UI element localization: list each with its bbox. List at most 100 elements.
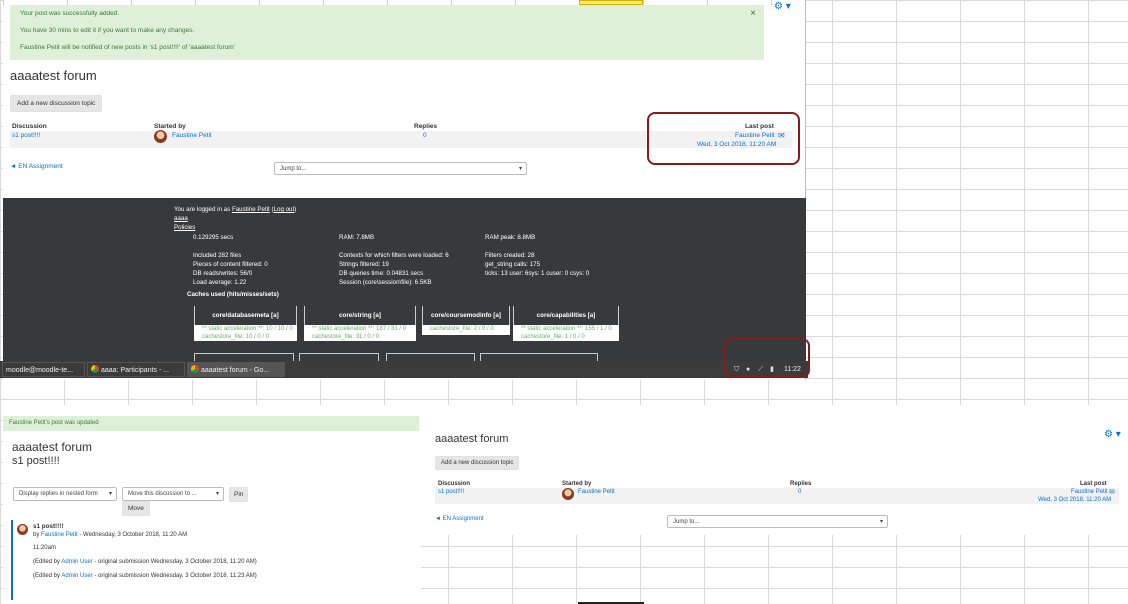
started-by-link[interactable]: Faustine Petit xyxy=(172,132,212,139)
cache-card-partial xyxy=(480,353,598,361)
perf-col-3: RAM peak: 8.8MB Filters created: 28 get_… xyxy=(485,233,589,278)
cache-title: core/databasemeta [a] xyxy=(194,306,297,325)
perf-session: Session (core\session\file): 6.5KB xyxy=(339,279,432,286)
replies-link[interactable]: 0 xyxy=(423,132,427,139)
cache-line: ** static acceleration **: 187 / 31 / 0 xyxy=(312,326,407,332)
chevron-down-icon: ▾ xyxy=(518,166,522,172)
perf-dbtime: DB queries time: 0.04831 secs xyxy=(339,270,424,277)
back-link[interactable]: ◄ EN Assignment xyxy=(435,516,484,522)
avatar[interactable] xyxy=(17,524,28,535)
task-terminal-label: moodle@moodle-te... xyxy=(6,367,74,374)
started-by-link[interactable]: Faustine Petit xyxy=(578,489,615,495)
cache-line: cachestore_file: 31 / 0 / 0 xyxy=(312,334,380,340)
add-discussion-button[interactable]: Add a new discussion topic xyxy=(10,95,103,112)
updated-alert: Faustine Petit's post was updated xyxy=(3,416,419,431)
last-post-author[interactable]: Faustine Petit xyxy=(1071,489,1108,495)
move-discussion-label: Move this discussion to ... xyxy=(128,491,197,497)
gear-icon[interactable]: ⚙ ▾ xyxy=(1104,429,1121,440)
gear-icon[interactable]: ⚙ ▾ xyxy=(774,1,791,12)
cache-line: cachestore_file: 10 / 0 / 0 xyxy=(202,334,270,340)
page-title: aaaatest forum xyxy=(12,440,93,454)
cache-card-partial xyxy=(386,353,475,361)
back-link[interactable]: ◄ EN Assignment xyxy=(10,163,63,170)
perf-time: 0.129295 secs xyxy=(193,234,234,241)
task-participants[interactable]: aaaa: Participants - ... xyxy=(87,362,185,377)
policies-link[interactable]: Policies xyxy=(174,224,195,231)
editor-link[interactable]: Admin User xyxy=(61,573,92,579)
perf-col-1: 0.129295 secs Included 282 files Pieces … xyxy=(193,233,268,287)
logged-in-text: You are logged in as xyxy=(174,206,231,213)
post-accent-bar xyxy=(11,520,13,600)
perf-load: Load average: 1.22 xyxy=(193,279,247,286)
cache-line: cachestore_file: 2 / 0 / 0 xyxy=(430,326,494,332)
perf-contexts: Contexts for which filters were loaded: … xyxy=(339,252,449,259)
cache-card: core/databasemeta [a] ** static accelera… xyxy=(194,306,297,341)
col-replies: Replies xyxy=(790,481,812,487)
move-discussion-select[interactable]: Move this discussion to ... ▾ xyxy=(122,487,224,501)
task-participants-label: aaaa: Participants - ... xyxy=(101,367,170,374)
page-title: aaaatest forum xyxy=(10,68,97,83)
col-discussion: Discussion xyxy=(12,123,47,130)
cache-title: core/string [a] xyxy=(304,306,416,325)
task-forum[interactable]: aaaatest forum - Go... xyxy=(187,362,285,377)
perf-files: Included 282 files xyxy=(193,252,242,259)
last-post-date[interactable]: Wed, 3 Oct 2018, 11:20 AM xyxy=(1038,497,1111,503)
logout-link[interactable]: Log out xyxy=(274,206,295,213)
aaaa-link[interactable]: aaaa xyxy=(174,215,188,222)
cache-line: cachestore_file: 1 / 0 / 0 xyxy=(521,334,585,340)
jump-to-select[interactable]: Jump to... ▾ xyxy=(667,515,888,528)
forum-window-secondary: aaaatest forum ⚙ ▾ Add a new discussion … xyxy=(421,405,1128,535)
discussion-window: Faustine Petit's post was updated aaaate… xyxy=(3,405,421,604)
edit-note: (Edited by Admin User - original submiss… xyxy=(33,573,257,579)
perf-filters: Filters created: 28 xyxy=(485,252,535,259)
col-started-by: Started by xyxy=(562,481,592,487)
user-link[interactable]: Faustine Petit xyxy=(232,206,270,213)
avatar[interactable] xyxy=(154,130,167,143)
jump-to-select[interactable]: Jump to... ▾ xyxy=(274,162,527,175)
caches-heading: Caches used (hits/misses/sets) xyxy=(187,291,279,298)
taskbar: moodle@moodle-te... aaaa: Participants -… xyxy=(0,361,808,378)
add-discussion-button[interactable]: Add a new discussion topic xyxy=(435,456,520,470)
perf-ram-peak: RAM peak: 8.8MB xyxy=(485,234,536,241)
mail-icon[interactable]: ✉ xyxy=(1109,488,1115,496)
task-forum-label: aaaatest forum - Go... xyxy=(201,367,270,374)
highlight-box-tray xyxy=(724,338,810,378)
replies-link[interactable]: 0 xyxy=(798,489,801,495)
cache-card-partial xyxy=(299,353,379,361)
discussion-link[interactable]: s1 post!!!! xyxy=(438,489,464,495)
chevron-down-icon: ▾ xyxy=(879,519,883,525)
display-mode-select[interactable]: Display replies in nested form ▾ xyxy=(13,487,117,501)
edit-prefix: (Edited by xyxy=(33,559,61,565)
perf-ticks: ticks: 13 user: 6sys: 1 cuser: 0 csys: 0 xyxy=(485,270,590,277)
discussion-link[interactable]: s1 post!!!! xyxy=(12,132,40,139)
pin-button[interactable]: Pin xyxy=(229,487,249,502)
chrome-icon xyxy=(91,365,99,373)
edit-prefix: (Edited by xyxy=(33,573,61,579)
cache-card-partial xyxy=(194,353,294,361)
cache-card: core/coursemodinfo [a] cachestore_file: … xyxy=(422,306,510,335)
post-body: 11:20am xyxy=(33,545,56,551)
display-mode-label: Display replies in nested form xyxy=(19,491,98,497)
by-label: by xyxy=(33,532,40,538)
chevron-down-icon: ▾ xyxy=(108,491,112,497)
post-byline: by Faustine Petit - Wednesday, 3 October… xyxy=(33,532,187,538)
avatar[interactable] xyxy=(562,488,574,500)
task-terminal[interactable]: moodle@moodle-te... xyxy=(2,362,85,377)
col-last-post: Last post xyxy=(1080,481,1107,487)
page-title: aaaatest forum xyxy=(435,433,509,445)
move-button[interactable]: Move xyxy=(122,501,150,516)
editor-link[interactable]: Admin User xyxy=(61,559,92,565)
perf-ram: RAM: 7.8MB xyxy=(339,234,375,241)
edit-suffix: - original submission Wednesday, 3 Octob… xyxy=(94,573,257,579)
col-started-by: Started by xyxy=(154,123,186,130)
close-icon[interactable]: × xyxy=(750,8,756,19)
cache-card: core/string [a] ** static acceleration *… xyxy=(304,306,416,341)
cache-line: ** static acceleration **: 10 / 10 / 0 xyxy=(202,326,293,332)
table-row xyxy=(435,488,1119,504)
perf-col-2: RAM: 7.8MB Contexts for which filters we… xyxy=(339,233,449,287)
chrome-icon xyxy=(191,365,199,373)
author-link[interactable]: Faustine Petit xyxy=(41,532,78,538)
perf-db: DB reads/writes: 56/0 xyxy=(193,270,253,277)
alert-line-2: You have 30 mins to edit it if you want … xyxy=(20,27,195,34)
col-replies: Replies xyxy=(414,123,438,130)
